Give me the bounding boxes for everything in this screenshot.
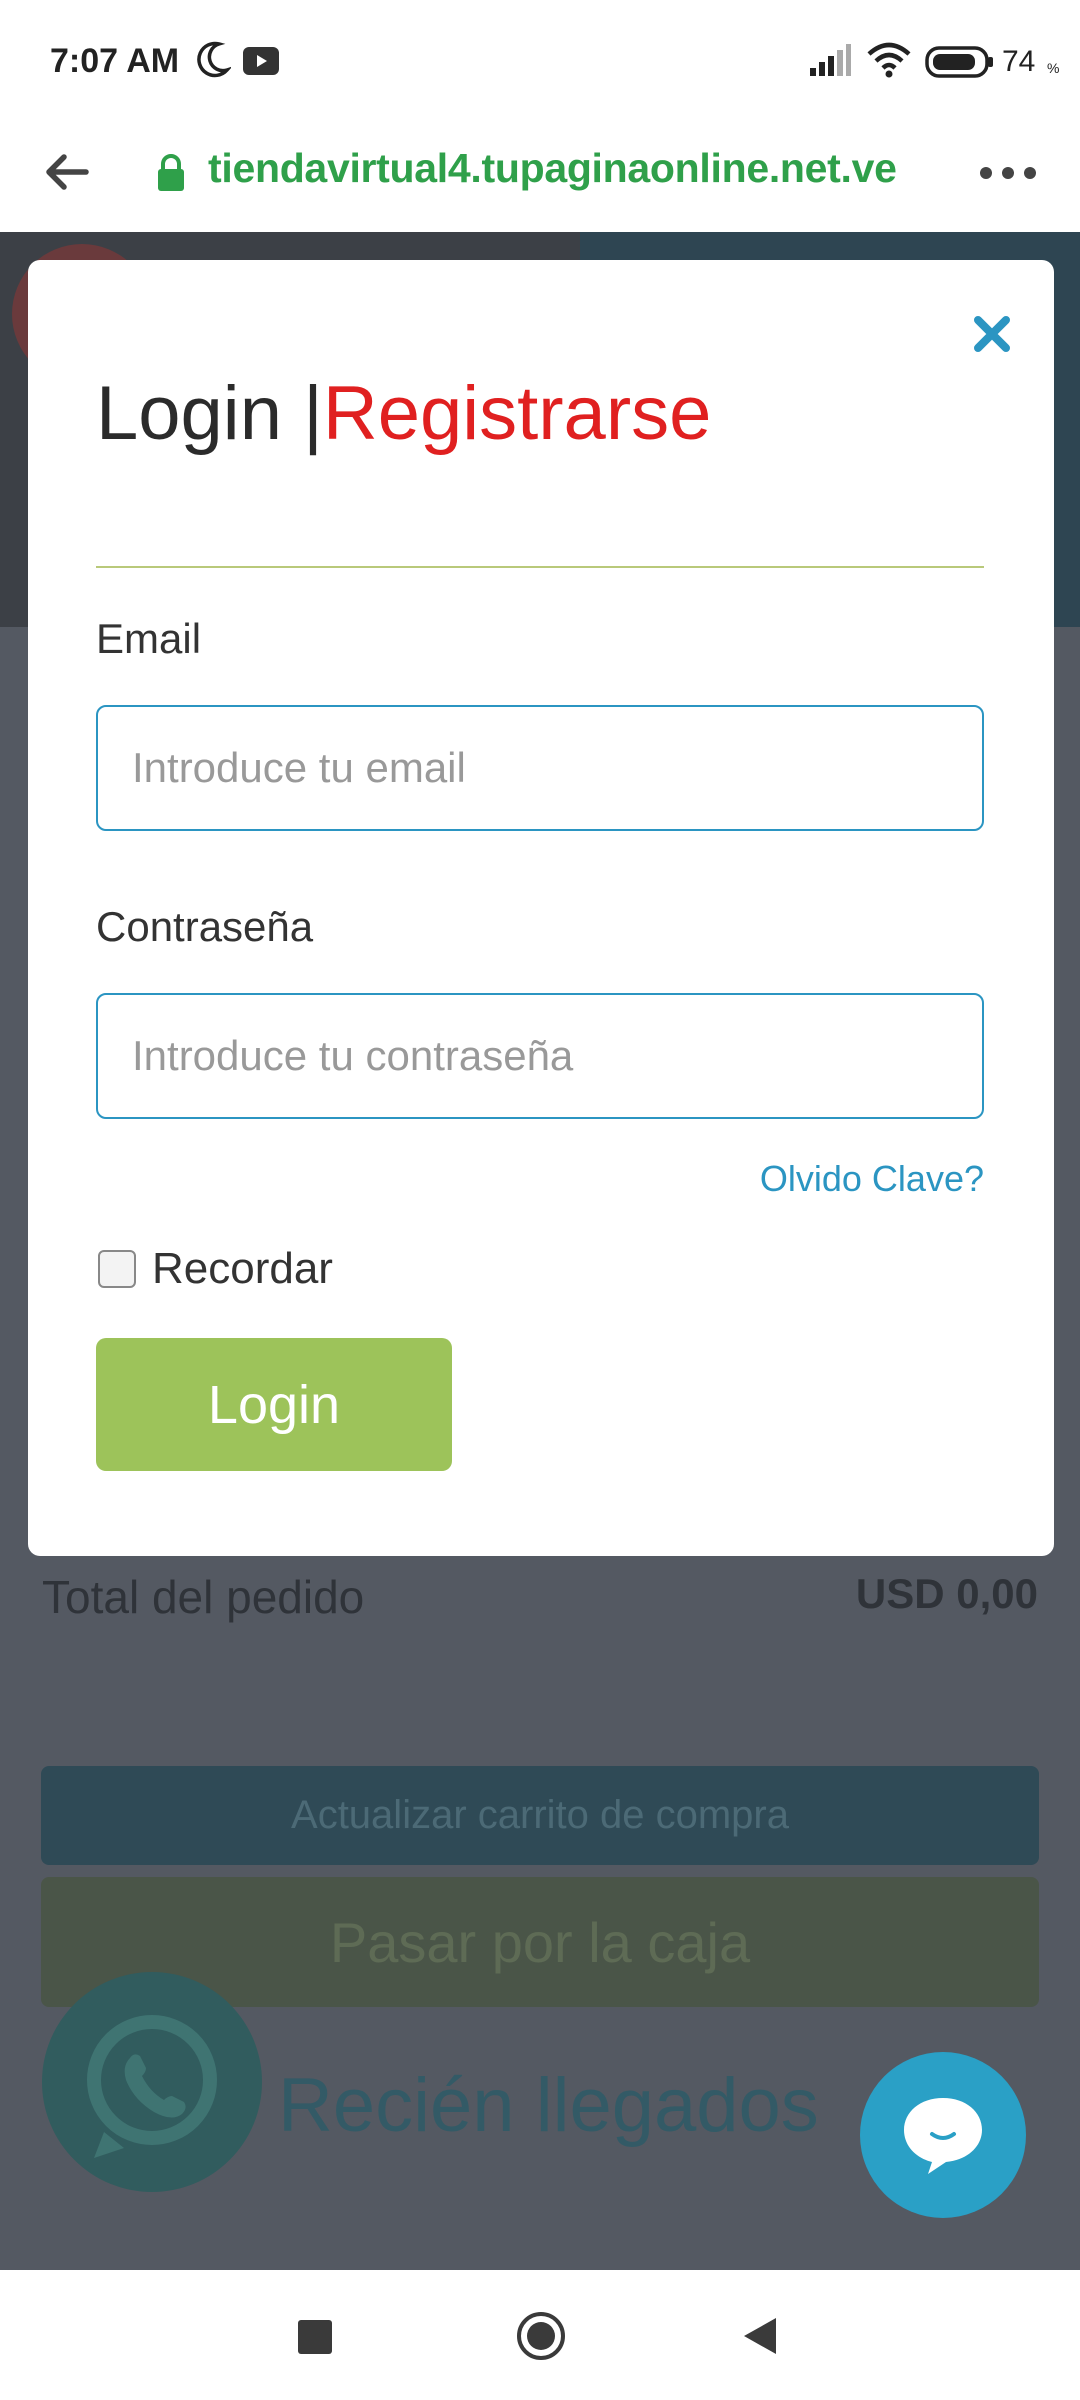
tab-login[interactable]: Login	[96, 371, 303, 456]
email-field[interactable]	[96, 705, 984, 831]
login-button[interactable]: Login	[96, 1338, 452, 1471]
nav-back-icon[interactable]	[740, 2314, 780, 2363]
forgot-password-link[interactable]: Olvido Clave?	[760, 1158, 984, 1200]
remember-checkbox[interactable]	[98, 1250, 136, 1288]
system-nav-bar	[0, 2270, 1080, 2400]
password-field[interactable]	[96, 993, 984, 1119]
order-total-label: Total del pedido	[42, 1571, 365, 1623]
divider	[96, 566, 984, 568]
lock-icon[interactable]	[155, 153, 187, 198]
battery-level: 74	[1002, 45, 1036, 78]
battery-unit: %	[1047, 60, 1060, 76]
new-arrivals-heading: Recién llegados	[278, 2063, 819, 2148]
back-arrow-icon[interactable]	[42, 147, 92, 197]
password-label: Contraseña	[96, 903, 314, 950]
home-icon[interactable]	[515, 2310, 567, 2367]
remember-me[interactable]: Recordar	[98, 1244, 333, 1294]
update-cart-button[interactable]: Actualizar carrito de compra	[41, 1766, 1039, 1865]
title-separator: |	[303, 371, 323, 456]
youtube-icon	[242, 46, 280, 81]
close-icon[interactable]	[966, 308, 1018, 360]
modal-title: Login |Registrarse	[96, 370, 711, 457]
status-bar: 7:07 AM 74 %	[0, 0, 1080, 125]
email-label: Email	[96, 615, 202, 662]
more-icon[interactable]	[978, 165, 1038, 186]
tab-register[interactable]: Registrarse	[323, 371, 712, 456]
order-total-value: USD 0,00	[855, 1570, 1038, 1617]
chat-icon	[904, 2098, 982, 2174]
chat-button[interactable]	[860, 2052, 1026, 2218]
url-bar[interactable]: tiendavirtual4.tupaginaonline.net.ve	[208, 145, 897, 192]
moon-icon	[195, 40, 233, 85]
battery-icon	[925, 46, 995, 83]
login-modal: Login |Registrarse Email Contraseña Olvi…	[28, 260, 1054, 1556]
whatsapp-icon[interactable]	[42, 1972, 262, 2192]
status-time: 7:07 AM	[50, 42, 180, 80]
remember-label: Recordar	[152, 1244, 333, 1293]
wifi-icon	[866, 42, 912, 83]
signal-icon	[808, 44, 852, 83]
recent-apps-icon[interactable]	[298, 2320, 332, 2354]
browser-toolbar: tiendavirtual4.tupaginaonline.net.ve	[0, 125, 1080, 232]
